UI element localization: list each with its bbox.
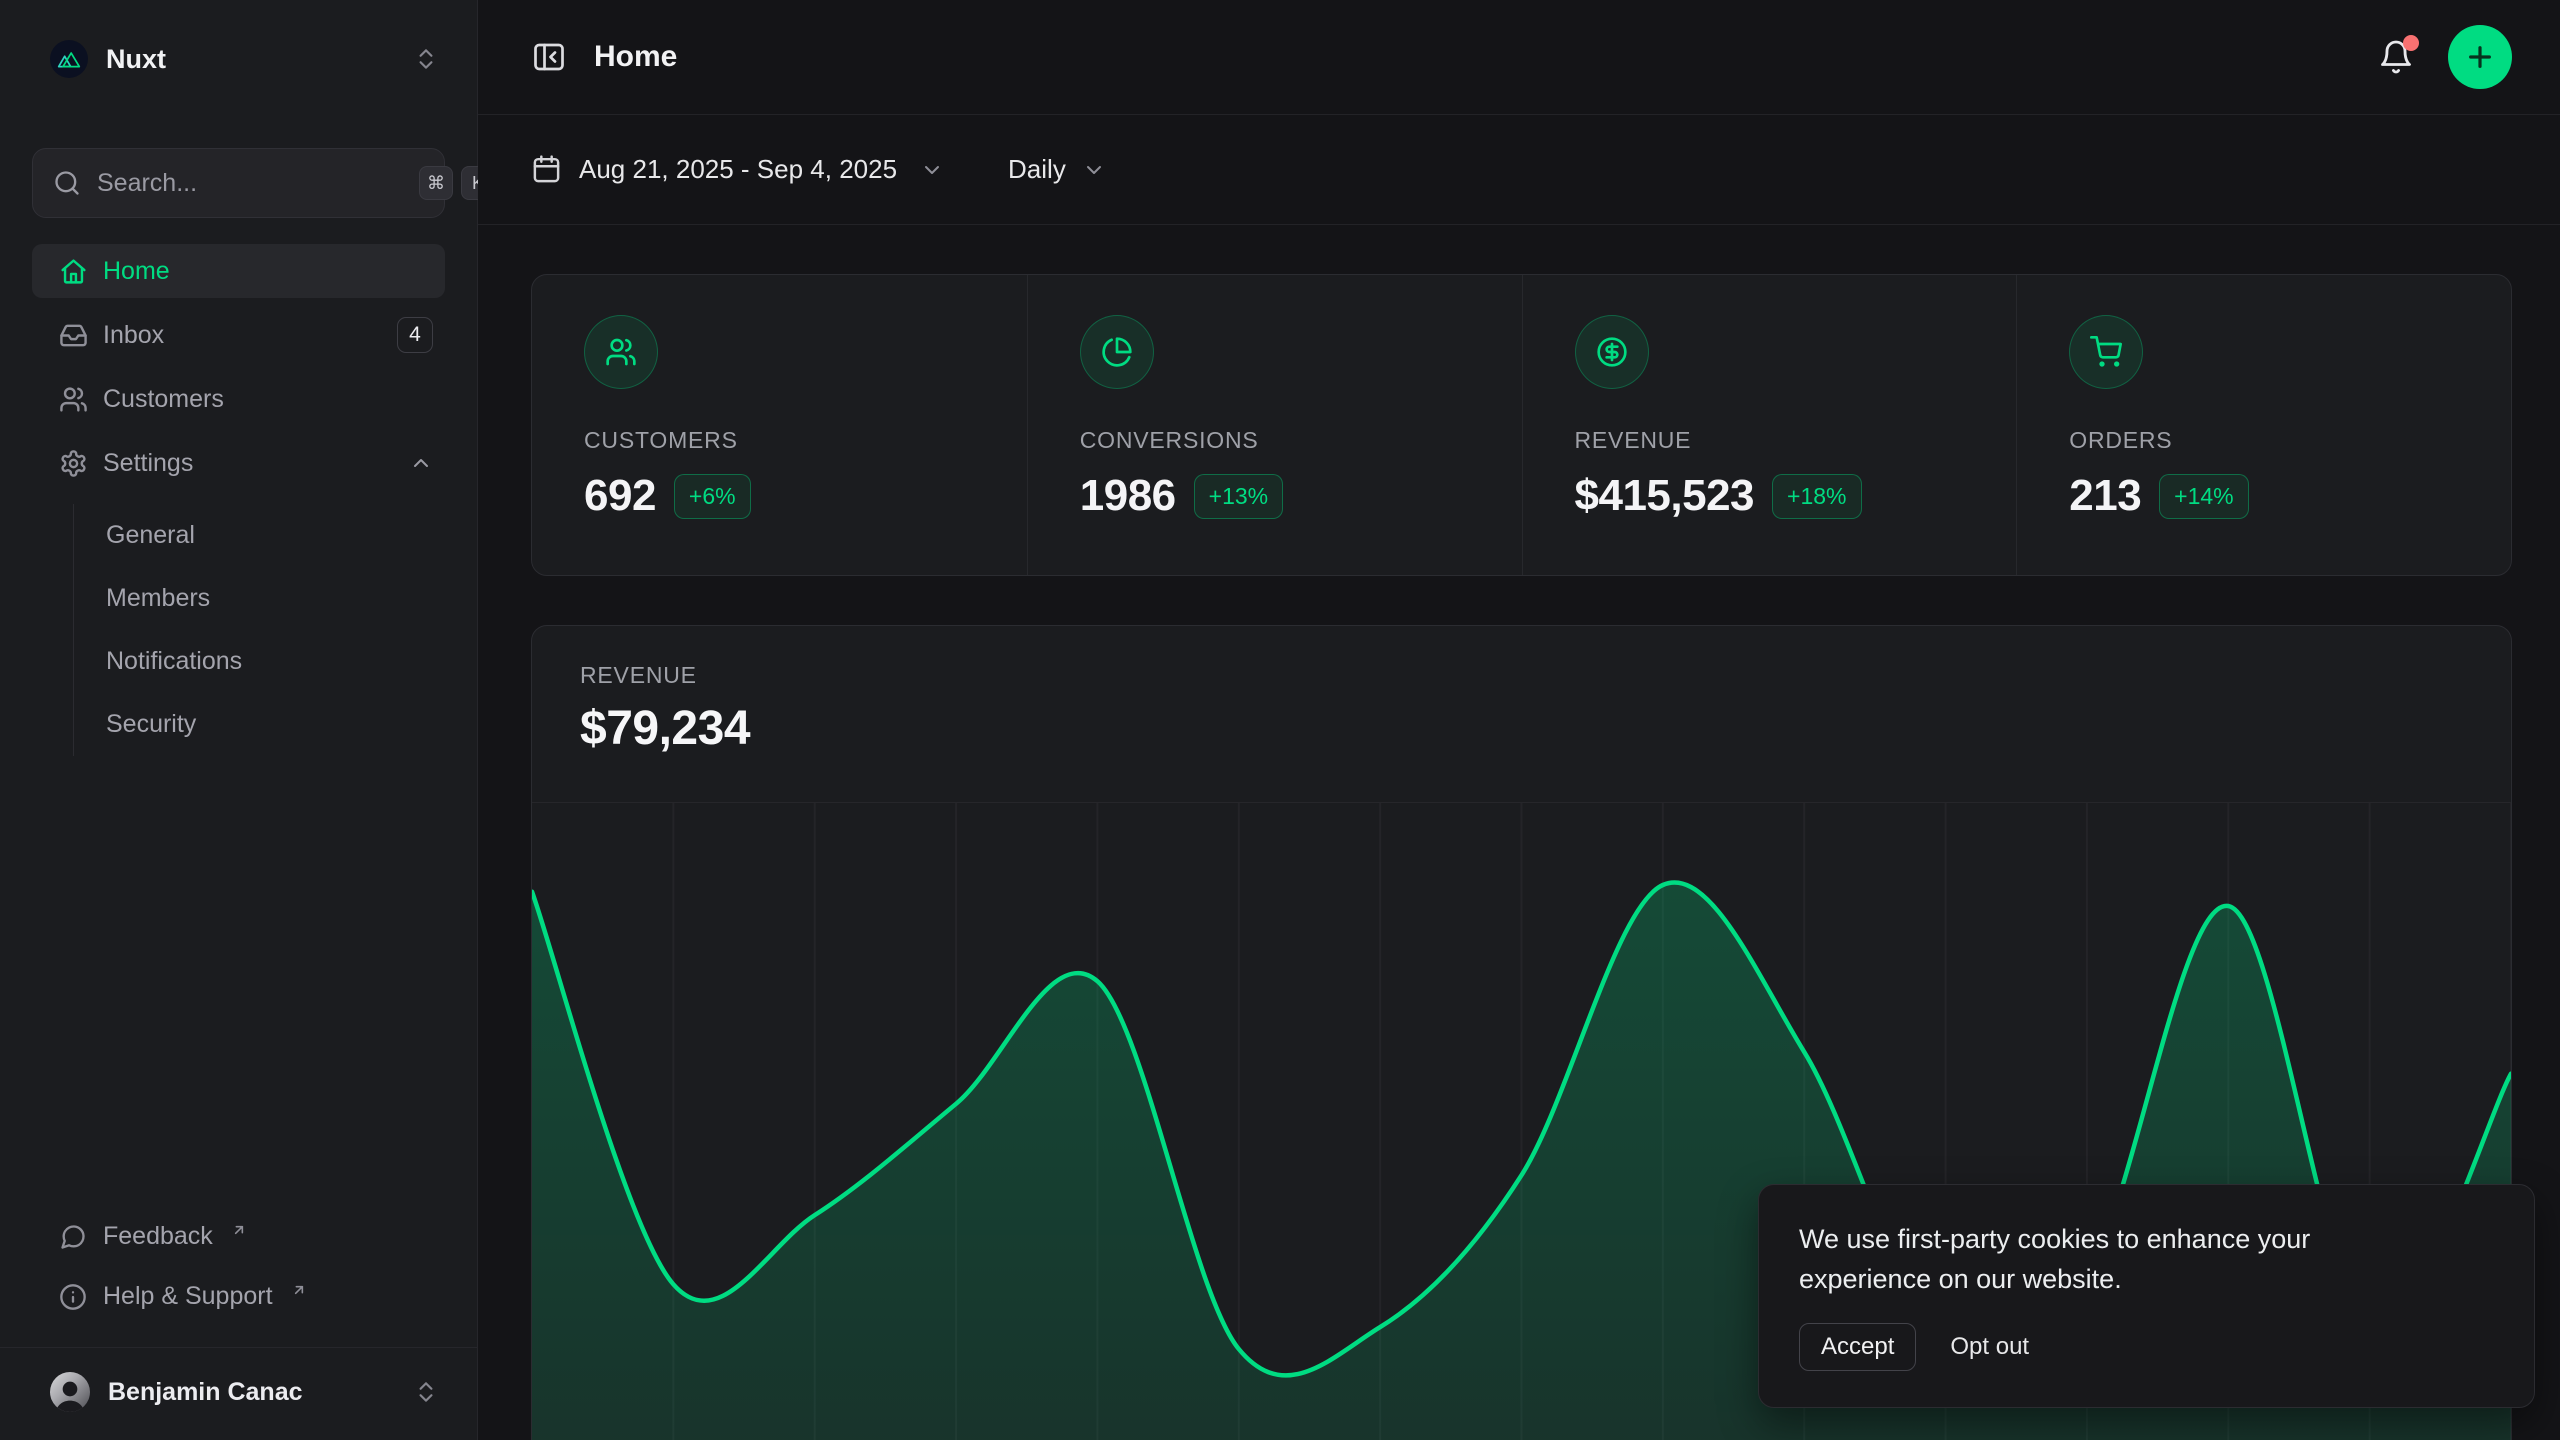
avatar xyxy=(50,1372,90,1412)
sidebar-nav: Home Inbox 4 Customers Settings xyxy=(32,244,445,756)
stat-label: CONVERSIONS xyxy=(1080,427,1522,454)
stat-delta-badge: +14% xyxy=(2159,474,2248,519)
pie-chart-icon xyxy=(1080,315,1154,389)
cookie-banner: We use first-party cookies to enhance yo… xyxy=(1758,1184,2535,1408)
app-window: Nuxt ⌘ K Home Inb xyxy=(0,0,2560,1440)
filters-toolbar: Aug 21, 2025 - Sep 4, 2025 Daily xyxy=(478,115,2560,225)
sidebar-item-settings[interactable]: Settings xyxy=(32,436,445,490)
stat-revenue[interactable]: REVENUE $415,523 +18% xyxy=(1522,275,2017,575)
inbox-count-badge: 4 xyxy=(397,317,433,353)
nuxt-logo-icon xyxy=(50,40,88,78)
cookie-optout-button[interactable]: Opt out xyxy=(1950,1333,2029,1361)
help-support-label: Help & Support xyxy=(103,1282,273,1311)
users-icon xyxy=(584,315,658,389)
sidebar-item-home[interactable]: Home xyxy=(32,244,445,298)
sidebar-item-general[interactable]: General xyxy=(74,504,445,567)
sidebar-item-customers[interactable]: Customers xyxy=(32,372,445,426)
info-circle-icon xyxy=(59,1283,87,1311)
revenue-chart-label: REVENUE xyxy=(580,662,2463,689)
feedback-link[interactable]: Feedback xyxy=(32,1207,445,1267)
workspace-selector[interactable]: Nuxt xyxy=(32,0,445,118)
stat-value: 692 xyxy=(584,471,656,521)
message-circle-icon xyxy=(59,1223,87,1251)
sidebar-item-notifications[interactable]: Notifications xyxy=(74,630,445,693)
stat-delta-badge: +6% xyxy=(674,474,751,519)
stat-value: $415,523 xyxy=(1575,471,1755,521)
search-input-wrap[interactable]: ⌘ K xyxy=(32,148,445,218)
date-range-picker[interactable]: Aug 21, 2025 - Sep 4, 2025 xyxy=(531,154,944,185)
add-button[interactable] xyxy=(2448,25,2512,89)
granularity-select[interactable]: Daily xyxy=(1008,154,1106,185)
user-name: Benjamin Canac xyxy=(108,1378,303,1407)
chevron-down-icon xyxy=(1082,158,1106,182)
sidebar-collapse-icon[interactable] xyxy=(531,39,567,75)
sidebar-item-members[interactable]: Members xyxy=(74,567,445,630)
header-actions xyxy=(2374,25,2512,89)
stat-value: 1986 xyxy=(1080,471,1176,521)
search-input[interactable] xyxy=(97,169,419,198)
sidebar-item-label: Inbox xyxy=(103,321,164,350)
search-icon xyxy=(53,169,81,197)
settings-submenu: General Members Notifications Security xyxy=(73,504,445,756)
home-icon xyxy=(59,257,88,286)
calendar-icon xyxy=(531,154,562,185)
user-menu[interactable]: Benjamin Canac xyxy=(32,1348,445,1436)
chevron-up-icon xyxy=(409,451,433,475)
sidebar-footer: Feedback Help & Support Benjamin xyxy=(32,1207,445,1440)
external-link-icon xyxy=(291,1282,307,1298)
date-range-label: Aug 21, 2025 - Sep 4, 2025 xyxy=(579,154,897,185)
plus-icon xyxy=(2464,41,2496,73)
circle-dollar-icon xyxy=(1575,315,1649,389)
sidebar-item-label: Customers xyxy=(103,385,224,414)
chevrons-up-down-icon xyxy=(413,1379,439,1405)
external-link-icon xyxy=(231,1222,247,1238)
stat-customers[interactable]: CUSTOMERS 692 +6% xyxy=(532,275,1027,575)
stat-label: REVENUE xyxy=(1575,427,2017,454)
shopping-cart-icon xyxy=(2069,315,2143,389)
gear-icon xyxy=(59,449,88,478)
page-header: Home xyxy=(478,0,2560,115)
stat-orders[interactable]: ORDERS 213 +14% xyxy=(2016,275,2511,575)
stats-card: CUSTOMERS 692 +6% CONVERSIONS 1986 +13% xyxy=(531,274,2512,576)
sidebar-item-inbox[interactable]: Inbox 4 xyxy=(32,308,445,362)
chevron-down-icon xyxy=(920,158,944,182)
stat-label: ORDERS xyxy=(2069,427,2511,454)
sidebar-item-security[interactable]: Security xyxy=(74,693,445,756)
feedback-label: Feedback xyxy=(103,1222,213,1251)
users-icon xyxy=(59,385,88,414)
stat-label: CUSTOMERS xyxy=(584,427,1027,454)
main-panel: Home Aug 21, 2025 - Sep 4, 2025 xyxy=(478,0,2560,1440)
kbd-cmd: ⌘ xyxy=(419,166,453,200)
stat-conversions[interactable]: CONVERSIONS 1986 +13% xyxy=(1027,275,1522,575)
workspace-name: Nuxt xyxy=(106,44,166,75)
chevrons-up-down-icon xyxy=(413,46,439,72)
inbox-icon xyxy=(59,321,88,350)
cookie-message: We use first-party cookies to enhance yo… xyxy=(1799,1219,2399,1299)
page-title: Home xyxy=(594,40,677,74)
help-support-link[interactable]: Help & Support xyxy=(32,1267,445,1327)
granularity-label: Daily xyxy=(1008,154,1066,185)
revenue-chart-total: $79,234 xyxy=(580,701,2463,756)
cookie-accept-button[interactable]: Accept xyxy=(1799,1323,1916,1371)
stat-delta-badge: +18% xyxy=(1772,474,1861,519)
stat-delta-badge: +13% xyxy=(1194,474,1283,519)
sidebar: Nuxt ⌘ K Home Inb xyxy=(0,0,478,1440)
notification-dot xyxy=(2403,35,2419,51)
notifications-button[interactable] xyxy=(2374,35,2418,79)
stat-value: 213 xyxy=(2069,471,2141,521)
sidebar-item-label: Settings xyxy=(103,449,193,478)
sidebar-item-label: Home xyxy=(103,257,170,286)
